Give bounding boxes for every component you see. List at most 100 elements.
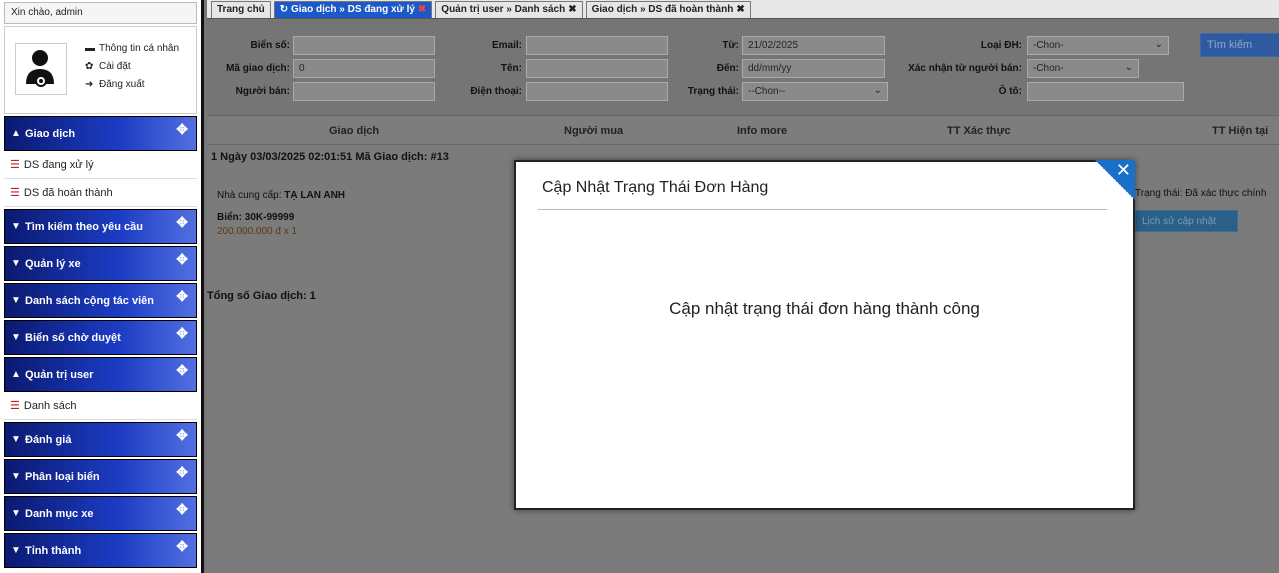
menu-section-label: Giao dịch [25,127,76,140]
history-button[interactable]: Lịch sử cập nhật [1135,210,1238,232]
sidebar-item-ds-da-hoan-thanh[interactable]: ☰ DS đã hoàn thành [4,179,197,207]
close-icon[interactable]: ✕ [1116,160,1131,181]
chevron-down-icon: ▼ [11,332,21,343]
refresh-icon: ↻ [279,4,291,15]
move-icon[interactable]: ✥ [176,427,188,444]
trang-thai-select[interactable]: --Chon-- ⌄ [742,82,888,101]
close-icon[interactable]: ✖ [568,4,576,15]
profile-info-link[interactable]: ▬ Thông tin cá nhân [85,39,179,57]
supplier-cell: Nhà cung cấp: TẠ LAN ANH [217,190,345,201]
modal-close-button[interactable]: ✕ [1095,160,1135,200]
tab-ds-da-hoan-thanh[interactable]: Giao dịch » DS đã hoàn thành ✖ [585,1,751,18]
column-header: Người mua [564,125,624,137]
sidebar-item-ds-dang-xu-ly[interactable]: ☰ DS đang xử lý [4,151,197,179]
move-icon[interactable]: ✥ [176,288,188,305]
chevron-down-icon: ▼ [11,258,21,269]
list-icon: ☰ [10,159,20,171]
menu-section-tinh-thanh[interactable]: ▼ Tỉnh thành ✥ [4,533,197,568]
column-header: TT Xác thực [947,125,1011,137]
tab-trang-chu[interactable]: Trang chủ [211,1,271,18]
chevron-down-icon: ▼ [11,434,21,445]
menu-section-label: Đánh giá [25,433,72,446]
total-count: Tổng số Giao dịch: 1 [207,290,316,302]
dien-thoai-label: Điện thoại: [470,86,522,97]
move-icon[interactable]: ✥ [176,121,188,138]
sidebar-item-danh-sach[interactable]: ☰ Danh sách [4,392,197,420]
list-icon: ☰ [10,187,20,199]
xac-nhan-label: Xác nhận từ người bán: [908,63,1022,74]
settings-label: Cài đặt [99,60,131,72]
menu-section-phan-loai-bien[interactable]: ▼ Phân loại biển ✥ [4,459,197,494]
select-value: -Chon- [1033,40,1064,51]
column-header: TT Hiện tại [1212,125,1269,137]
comment-icon: ▬ [85,42,95,54]
bien-so-label: Biển số: [250,40,290,51]
bien-so-input[interactable] [293,36,435,55]
modal-message: Cập nhật trạng thái đơn hàng thành công [669,299,980,318]
current-status: Trạng thái: Đã xác thực chính [1135,188,1267,199]
close-icon[interactable]: ✖ [418,4,426,15]
sidebar: Xin chào, admin ▬ Thông tin cá nhân ✿ Cà… [0,0,204,573]
avatar [15,43,67,95]
move-icon[interactable]: ✥ [176,214,188,231]
email-label: Email: [491,40,522,51]
ten-label: Tên: [500,63,522,74]
menu-section-tim-kiem[interactable]: ▼ Tìm kiếm theo yêu cầu ✥ [4,209,197,244]
app-window: Xin chào, admin ▬ Thông tin cá nhân ✿ Cà… [0,0,1279,573]
settings-link[interactable]: ✿ Cài đặt [85,57,179,75]
tab-label: Giao dịch » DS đang xử lý [290,4,415,15]
chevron-down-icon: ▼ [11,295,21,306]
sidebar-item-label: DS đang xử lý [23,158,94,171]
move-icon[interactable]: ✥ [176,464,188,481]
loai-dh-select[interactable]: -Chon- ⌄ [1027,36,1169,55]
move-icon[interactable]: ✥ [176,362,188,379]
menu-section-quan-ly-xe[interactable]: ▼ Quản lý xe ✥ [4,246,197,281]
move-icon[interactable]: ✥ [176,325,188,342]
chevron-up-icon: ▲ [11,128,21,139]
chevron-down-icon: ⌄ [1124,62,1133,73]
loai-dh-label: Loại ĐH: [980,40,1022,51]
tu-date-input[interactable]: 21/02/2025 [742,36,885,55]
menu-section-quan-tri-user[interactable]: ▲ Quản trị user ✥ [4,357,197,392]
move-icon[interactable]: ✥ [176,501,188,518]
select-value: --Chon-- [748,86,786,97]
tab-label: Giao dịch » DS đã hoàn thành [591,4,734,15]
oto-input[interactable] [1027,82,1184,101]
nguoi-ban-input[interactable] [293,82,435,101]
email-input[interactable] [526,36,668,55]
tab-label: Quản trị user » Danh sách [441,4,566,15]
dien-thoai-input[interactable] [526,82,668,101]
greeting: Xin chào, admin [4,2,197,24]
ten-input[interactable] [526,59,668,78]
price: 200.000.000 đ x 1 [217,226,298,237]
profile-panel: ▬ Thông tin cá nhân ✿ Cài đặt ➜ Đăng xuấ… [4,26,197,114]
nguoi-ban-label: Người bán: [235,86,290,97]
den-label: Đến: [716,63,739,74]
menu-section-danh-muc-xe[interactable]: ▼ Danh mục xe ✥ [4,496,197,531]
supplier-label: Nhà cung cấp: [217,190,282,201]
search-button[interactable]: Tìm kiếm [1200,33,1279,57]
menu-section-giao-dich[interactable]: ▲ Giao dịch ✥ [4,116,197,151]
menu-section-label: Quản trị user [25,368,94,381]
menu-section-danh-gia[interactable]: ▼ Đánh giá ✥ [4,422,197,457]
modal-title: Cập Nhật Trạng Thái Đơn Hàng [542,179,769,196]
menu-section-label: Danh sách cộng tác viên [25,294,154,307]
tab-quan-tri-user[interactable]: Quản trị user » Danh sách ✖ [435,1,583,18]
menu-section-label: Tìm kiếm theo yêu cầu [25,220,143,233]
logout-icon: ➜ [85,78,94,90]
move-icon[interactable]: ✥ [176,251,188,268]
tab-ds-dang-xu-ly[interactable]: ↻ Giao dịch » DS đang xử lý ✖ [273,1,433,18]
chevron-down-icon: ▼ [11,545,21,556]
move-icon[interactable]: ✥ [176,538,188,555]
close-icon[interactable]: ✖ [736,4,744,15]
menu-section-cong-tac-vien[interactable]: ▼ Danh sách cộng tác viên ✥ [4,283,197,318]
select-value: -Chon- [1033,63,1064,74]
xac-nhan-select[interactable]: -Chon- ⌄ [1027,59,1139,78]
den-date-input[interactable]: dd/mm/yy [742,59,885,78]
user-gear-icon [26,50,54,87]
list-icon: ☰ [10,400,20,412]
menu-section-label: Phân loại biển [25,470,100,483]
ma-gd-input[interactable]: 0 [293,59,435,78]
menu-section-bien-so-cho-duyet[interactable]: ▼ Biển số chờ duyệt ✥ [4,320,197,355]
logout-link[interactable]: ➜ Đăng xuất [85,75,179,93]
